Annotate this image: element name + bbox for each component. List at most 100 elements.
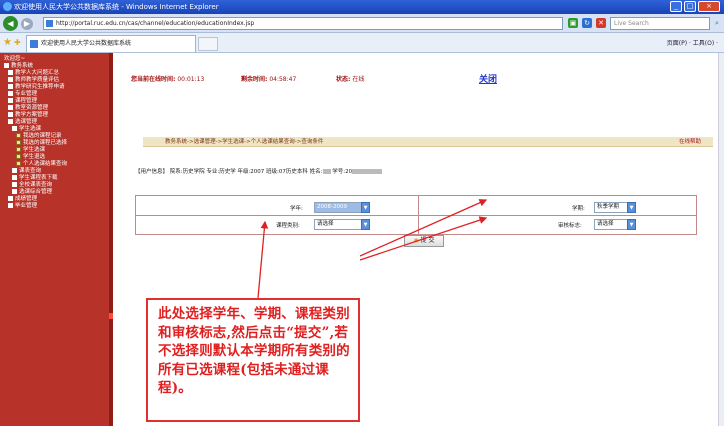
maximize-button[interactable]: □	[684, 1, 696, 12]
sidebar-item[interactable]: 教师教学质量评估	[4, 77, 109, 84]
folder-icon	[12, 189, 17, 194]
chevron-down-icon: ▼	[627, 202, 636, 213]
compatibility-icon[interactable]: ▣	[568, 18, 578, 28]
folder-icon	[12, 126, 17, 131]
search-input[interactable]: Live Search	[610, 17, 710, 30]
online-time: 您当前在线时间: 00:01:13	[131, 74, 204, 83]
masked-student-number	[352, 169, 383, 174]
sidebar-item[interactable]: 我选的课程记录	[4, 133, 109, 140]
query-form: 学年: 2008-2009 ▼ 学期: 秋季学期 ▼ 课程类别: 请选择 ▼ 审…	[135, 195, 697, 235]
address-input[interactable]: http://portal.ruc.edu.cn/cas/channel/edu…	[43, 17, 563, 30]
sidebar-item-label: 欢迎您~	[4, 56, 26, 62]
folder-icon	[8, 203, 13, 208]
submit-button[interactable]: ◉ 提 交	[404, 235, 444, 247]
sidebar-tree: 欢迎您~ 教务系统 教学人大问题汇总 教师教学质量评估 教学研究生推荐申请 专业管理 课程管…	[4, 56, 109, 210]
sidebar-item[interactable]: 我选的课程已选择	[4, 140, 109, 147]
folder-icon	[4, 63, 9, 68]
sidebar-item[interactable]: 全校课表查询	[4, 182, 109, 189]
document-icon	[16, 154, 21, 159]
back-button[interactable]: ◀	[3, 16, 18, 31]
window-title: 欢迎使用人民大学公共数据库系统 - Windows Internet Explo…	[14, 3, 219, 11]
address-url-text: http://portal.ruc.edu.cn/cas/channel/edu…	[56, 20, 255, 27]
add-favorites-icon[interactable]: ✚	[14, 38, 21, 47]
close-window-button[interactable]: ×	[698, 1, 720, 12]
sidebar-menu: 欢迎您~ 教务系统 教学人大问题汇总 教师教学质量评估 教学研究生推荐申请 专业管理 课程管…	[0, 53, 113, 426]
folder-icon	[12, 168, 17, 173]
exit-link[interactable]: 关闭	[479, 72, 497, 85]
folder-icon	[8, 77, 13, 82]
year-select[interactable]: 2008-2009 ▼	[314, 202, 370, 213]
sidebar-item-label: 教学研究生推荐申请	[15, 84, 65, 90]
remaining-time: 剩余时间: 04:58:47	[241, 74, 296, 83]
login-state-label: 状态:	[336, 76, 351, 83]
tab-favicon-icon	[30, 40, 38, 48]
remaining-time-value: 04:58:47	[269, 76, 297, 83]
document-icon	[16, 147, 21, 152]
sidebar-item-label: 专业管理	[15, 91, 38, 97]
submit-icon: ◉	[413, 237, 419, 244]
search-icon[interactable]: ⌕	[712, 18, 722, 28]
audit-label: 审核标志:	[558, 223, 582, 229]
sidebar-item-label: 选课管理	[15, 119, 38, 125]
sidebar-item[interactable]: 教学研究生推荐申请	[4, 84, 109, 91]
sidebar-item[interactable]: 课表查询	[4, 168, 109, 175]
page-content: 欢迎您~ 教务系统 教学人大问题汇总 教师教学质量评估 教学研究生推荐申请 专业管理 课程管…	[0, 53, 724, 426]
vertical-scrollbar[interactable]	[718, 53, 724, 426]
sidebar-item[interactable]: 教室资源管理	[4, 105, 109, 112]
sidebar-item[interactable]: 选课管理	[4, 119, 109, 126]
sidebar-item[interactable]: 学生课程表下载	[4, 175, 109, 182]
command-bar[interactable]: 页面(P) · 工具(O) ·	[667, 38, 718, 47]
sidebar-item[interactable]: 学生选课	[4, 126, 109, 133]
annotation-note: 此处选择学年、学期、课程类别和审核标志,然后点击“提交”,若不选择则默认本学期所…	[146, 298, 360, 422]
sidebar-item-label: 我选的课程记录	[23, 133, 62, 139]
sidebar-item[interactable]: 毕业管理	[4, 203, 109, 210]
folder-icon	[8, 70, 13, 75]
sidebar-item-label: 教室资源管理	[15, 105, 49, 111]
remaining-time-label: 剩余时间:	[241, 76, 268, 83]
refresh-icon[interactable]: ↻	[582, 18, 592, 28]
sidebar-item-label: 课程管理	[15, 98, 38, 104]
sidebar-item[interactable]: 学生选课	[4, 147, 109, 154]
sidebar-item-label: 学生选课	[23, 147, 46, 153]
document-icon	[16, 161, 21, 166]
document-icon	[16, 133, 21, 138]
folder-icon	[8, 119, 13, 124]
sidebar-item-label: 选课综合管理	[19, 189, 53, 195]
folder-icon	[8, 91, 13, 96]
folder-icon	[8, 84, 13, 89]
audit-select[interactable]: 请选择 ▼	[594, 219, 636, 230]
address-toolbar: ◀ ▶ http://portal.ruc.edu.cn/cas/channel…	[0, 14, 724, 33]
breadcrumb: 教务系统->选课管理->学生选课->个人选课结果查询->查询条件 在线帮助	[143, 137, 713, 147]
stop-icon[interactable]: ✕	[596, 18, 606, 28]
folder-icon	[8, 196, 13, 201]
sidebar-item[interactable]: 教务系统	[4, 63, 109, 70]
submit-label: 提 交	[420, 237, 435, 244]
breadcrumb-path[interactable]: 教务系统->选课管理->学生选课->个人选课结果查询->查询条件	[165, 139, 323, 145]
sidebar-item[interactable]: 选课综合管理	[4, 189, 109, 196]
sidebar-item[interactable]: 教学人大问题汇总	[4, 70, 109, 77]
tab-current[interactable]: 欢迎使用人民大学公共数据库系统	[26, 35, 196, 52]
sidebar-item[interactable]: 成绩管理	[4, 196, 109, 203]
year-label: 学年:	[290, 206, 303, 212]
folder-icon	[12, 182, 17, 187]
sidebar-item[interactable]: 个人选课结果查询	[4, 161, 109, 168]
sidebar-item-label: 教务系统	[11, 63, 34, 69]
new-tab-button[interactable]	[198, 37, 218, 51]
sidebar-item[interactable]: 专业管理	[4, 91, 109, 98]
online-help-link[interactable]: 在线帮助	[679, 137, 701, 147]
sidebar-item[interactable]: 欢迎您~	[4, 56, 109, 63]
sidebar-item-label: 学生课程表下载	[19, 175, 58, 181]
online-time-label: 您当前在线时间:	[131, 76, 176, 83]
forward-button[interactable]: ▶	[21, 18, 33, 30]
audit-select-value: 请选择	[597, 221, 614, 227]
term-select[interactable]: 秋季学期 ▼	[594, 202, 636, 213]
sidebar-item-label: 全校课表查询	[19, 182, 53, 188]
category-select[interactable]: 请选择 ▼	[314, 219, 370, 230]
sidebar-item[interactable]: 学生退选	[4, 154, 109, 161]
year-select-value: 2008-2009	[317, 204, 347, 210]
sidebar-item[interactable]: 教学方案管理	[4, 112, 109, 119]
sidebar-item[interactable]: 课程管理	[4, 98, 109, 105]
favorites-star-icon[interactable]: ★	[3, 37, 12, 48]
ie-logo-icon	[3, 2, 12, 11]
minimize-button[interactable]: _	[670, 1, 682, 12]
